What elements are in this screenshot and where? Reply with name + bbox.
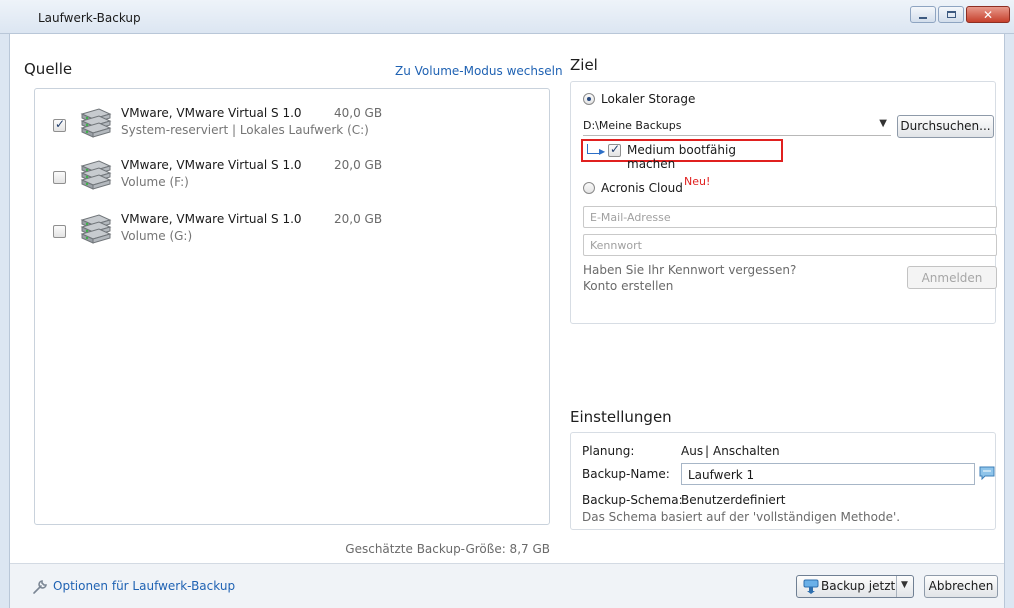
main-content: Quelle Zu Volume-Modus wechseln ✓ VMware… [10,34,1004,608]
bootable-highlight-box: ▶ ✓ Medium bootfähig machen [581,139,783,171]
drive-name: VMware, VMware Virtual S 1.0 [121,158,302,172]
minimize-button[interactable] [910,6,936,23]
new-badge: Neu! [684,175,711,188]
backup-now-main[interactable]: Backup jetzt [797,576,897,597]
schedule-value: Aus [681,444,704,458]
window-controls: ✕ [910,6,1010,23]
drive-size: 40,0 GB [334,106,383,120]
backup-scheme-label: Backup-Schema: [582,493,683,507]
backup-icon [803,579,819,594]
checkmark-icon: ✓ [55,117,66,131]
drive-item[interactable]: VMware, VMware Virtual S 1.0 20,0 GB Vol… [49,155,539,195]
login-button[interactable]: Anmelden [907,266,997,289]
settings-heading: Einstellungen [570,408,672,426]
backup-scheme-link[interactable]: Benutzerdefiniert [681,493,785,507]
source-heading: Quelle [24,60,73,78]
backup-now-label: Backup jetzt [821,579,896,593]
backup-name-input[interactable]: Laufwerk 1 [681,463,975,485]
close-icon: ✕ [982,7,994,22]
drive-size: 20,0 GB [334,158,383,172]
drive-checkbox[interactable] [53,225,66,238]
drive-item[interactable]: ✓ VMware, VMware Virtual S 1.0 40,0 GB S… [49,103,539,143]
schedule-separator: | [705,444,710,458]
wrench-icon [33,580,47,594]
target-heading: Ziel [570,56,598,74]
drive-checkbox[interactable] [53,171,66,184]
cancel-button[interactable]: Abbrechen [924,575,998,598]
source-drive-list: ✓ VMware, VMware Virtual S 1.0 40,0 GB S… [34,88,550,525]
schedule-label: Planung: [582,444,635,458]
drive-checkbox[interactable]: ✓ [53,117,66,132]
local-storage-radio[interactable] [583,93,595,105]
bootable-checkbox[interactable]: ✓ [608,142,621,157]
footer-bar: Optionen für Laufwerk-Backup Backup jetz… [10,563,1004,608]
window-frame-right [1004,34,1014,608]
settings-panel: Planung: Aus | Anschalten Backup-Name: L… [570,432,996,530]
maximize-icon [946,11,956,18]
volume-mode-link[interactable]: Zu Volume-Modus wechseln [395,64,563,78]
arrow-right-icon: ▶ [599,147,606,156]
title-bar[interactable]: Laufwerk-Backup ✕ [0,0,1014,34]
forgot-password-link[interactable]: Haben Sie Ihr Kennwort vergessen? [583,263,796,277]
local-storage-label: Lokaler Storage [601,92,696,106]
maximize-button[interactable] [938,6,964,23]
estimated-backup-size: Geschätzte Backup-Größe: 8,7 GB [345,542,550,556]
drive-subtitle: Volume (F:) [121,175,189,189]
schedule-enable-link[interactable]: Anschalten [713,444,780,458]
drive-subtitle: Volume (G:) [121,229,193,243]
target-panel: Lokaler Storage D:\Meine Backups ▼ Durch… [570,81,997,324]
acronis-cloud-label: Acronis Cloud [601,181,683,195]
drive-name: VMware, VMware Virtual S 1.0 [121,212,302,226]
password-field[interactable]: Kennwort [583,234,997,256]
email-field[interactable]: E-Mail-Adresse [583,206,997,228]
window-title: Laufwerk-Backup [38,11,141,25]
hard-disk-icon [80,108,112,138]
dropdown-arrow-icon: ▼ [879,118,887,129]
drive-subtitle: System-reserviert | Lokales Laufwerk (C:… [121,123,369,137]
backup-now-button[interactable]: Backup jetzt ▼ [796,575,914,598]
close-button[interactable]: ✕ [966,6,1010,23]
backup-path-select[interactable]: D:\Meine Backups ▼ [583,116,891,136]
create-account-link[interactable]: Konto erstellen [583,279,673,293]
backup-name-label: Backup-Name: [582,467,670,481]
backup-scheme-description: Das Schema basiert auf der 'vollständige… [582,510,901,524]
hard-disk-icon [80,160,112,190]
browse-button[interactable]: Durchsuchen... [897,115,994,138]
backup-options-link[interactable]: Optionen für Laufwerk-Backup [53,579,235,593]
checkmark-icon: ✓ [610,142,621,156]
backup-dropdown-icon[interactable]: ▼ [901,580,908,590]
acronis-cloud-radio[interactable] [583,182,595,194]
comment-icon[interactable] [979,466,995,480]
window-frame-left [0,34,10,608]
drive-item[interactable]: VMware, VMware Virtual S 1.0 20,0 GB Vol… [49,209,539,249]
drive-size: 20,0 GB [334,212,383,226]
minimize-icon [919,16,927,19]
backup-path-value: D:\Meine Backups [583,119,682,132]
drive-name: VMware, VMware Virtual S 1.0 [121,106,302,120]
bootable-label: Medium bootfähig machen [627,143,736,171]
hard-disk-icon [80,214,112,244]
